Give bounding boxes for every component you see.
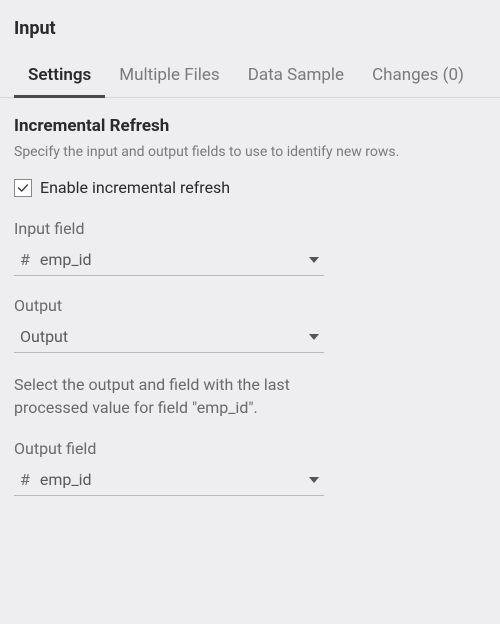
tab-changes[interactable]: Changes (0)	[358, 55, 478, 98]
input-field-dropdown[interactable]: # emp_id	[14, 244, 324, 276]
input-field-value: emp_id	[40, 250, 92, 269]
output-field-help-text: Select the output and field with the las…	[14, 373, 364, 419]
content-area: Incremental Refresh Specify the input an…	[0, 98, 500, 534]
output-field-label: Output field	[14, 439, 324, 458]
output-field-dropdown[interactable]: # emp_id	[14, 464, 324, 496]
output-field-group: Output field # emp_id	[14, 439, 324, 496]
tab-multiple-files[interactable]: Multiple Files	[105, 55, 233, 98]
check-icon	[16, 181, 30, 195]
output-dropdown[interactable]: Output	[14, 321, 324, 353]
output-group: Output Output	[14, 296, 324, 353]
enable-incremental-refresh-label: Enable incremental refresh	[40, 178, 230, 197]
tab-data-sample[interactable]: Data Sample	[234, 55, 358, 98]
output-label: Output	[14, 296, 324, 315]
tab-settings[interactable]: Settings	[14, 55, 105, 98]
output-value: Output	[20, 327, 68, 346]
chevron-down-icon	[308, 470, 320, 489]
chevron-down-icon	[308, 327, 320, 346]
dropdown-left: # emp_id	[20, 250, 92, 269]
input-field-group: Input field # emp_id	[14, 219, 324, 276]
enable-incremental-refresh-checkbox[interactable]	[14, 179, 32, 197]
chevron-down-icon	[308, 250, 320, 269]
dropdown-left: Output	[20, 327, 68, 346]
enable-incremental-refresh-row: Enable incremental refresh	[14, 178, 486, 197]
output-field-value: emp_id	[40, 470, 92, 489]
section-title: Incremental Refresh	[14, 116, 486, 136]
section-description: Specify the input and output fields to u…	[14, 144, 486, 160]
hash-icon: #	[20, 250, 30, 269]
panel-title: Input	[0, 0, 500, 55]
tabs: Settings Multiple Files Data Sample Chan…	[0, 55, 500, 98]
input-field-label: Input field	[14, 219, 324, 238]
hash-icon: #	[20, 470, 30, 489]
dropdown-left: # emp_id	[20, 470, 92, 489]
